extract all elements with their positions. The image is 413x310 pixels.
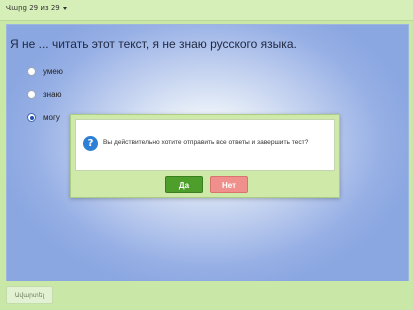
finish-button[interactable]: Ավարտել bbox=[6, 286, 53, 304]
top-bar: Վարց 29 из 29 bbox=[0, 0, 413, 21]
dialog-message-box: ? Вы действительно хотите отправить все … bbox=[75, 119, 335, 171]
confirm-dialog: ? Вы действительно хотите отправить все … bbox=[70, 114, 340, 198]
option-label: могу bbox=[43, 113, 60, 122]
no-button[interactable]: Нет bbox=[210, 176, 248, 193]
option-3[interactable]: могу bbox=[27, 113, 60, 122]
radio-button[interactable] bbox=[27, 67, 36, 76]
dialog-message: Вы действительно хотите отправить все от… bbox=[103, 139, 309, 146]
yes-button[interactable]: Да bbox=[165, 176, 203, 193]
radio-button-selected[interactable] bbox=[27, 113, 36, 122]
option-2[interactable]: знаю bbox=[27, 90, 62, 99]
bottom-bar: Ավարտել bbox=[0, 281, 413, 310]
question-text: Я не ... читать этот текст, я не знаю ру… bbox=[10, 37, 297, 51]
caret-down-icon bbox=[62, 6, 67, 10]
option-label: умею bbox=[43, 67, 63, 76]
option-1[interactable]: умею bbox=[27, 67, 63, 76]
option-label: знаю bbox=[43, 90, 62, 99]
question-counter-dropdown[interactable]: Վարց 29 из 29 bbox=[6, 4, 67, 12]
question-icon: ? bbox=[83, 136, 98, 151]
radio-button[interactable] bbox=[27, 90, 36, 99]
question-counter-label: Վարց 29 из 29 bbox=[6, 4, 60, 12]
